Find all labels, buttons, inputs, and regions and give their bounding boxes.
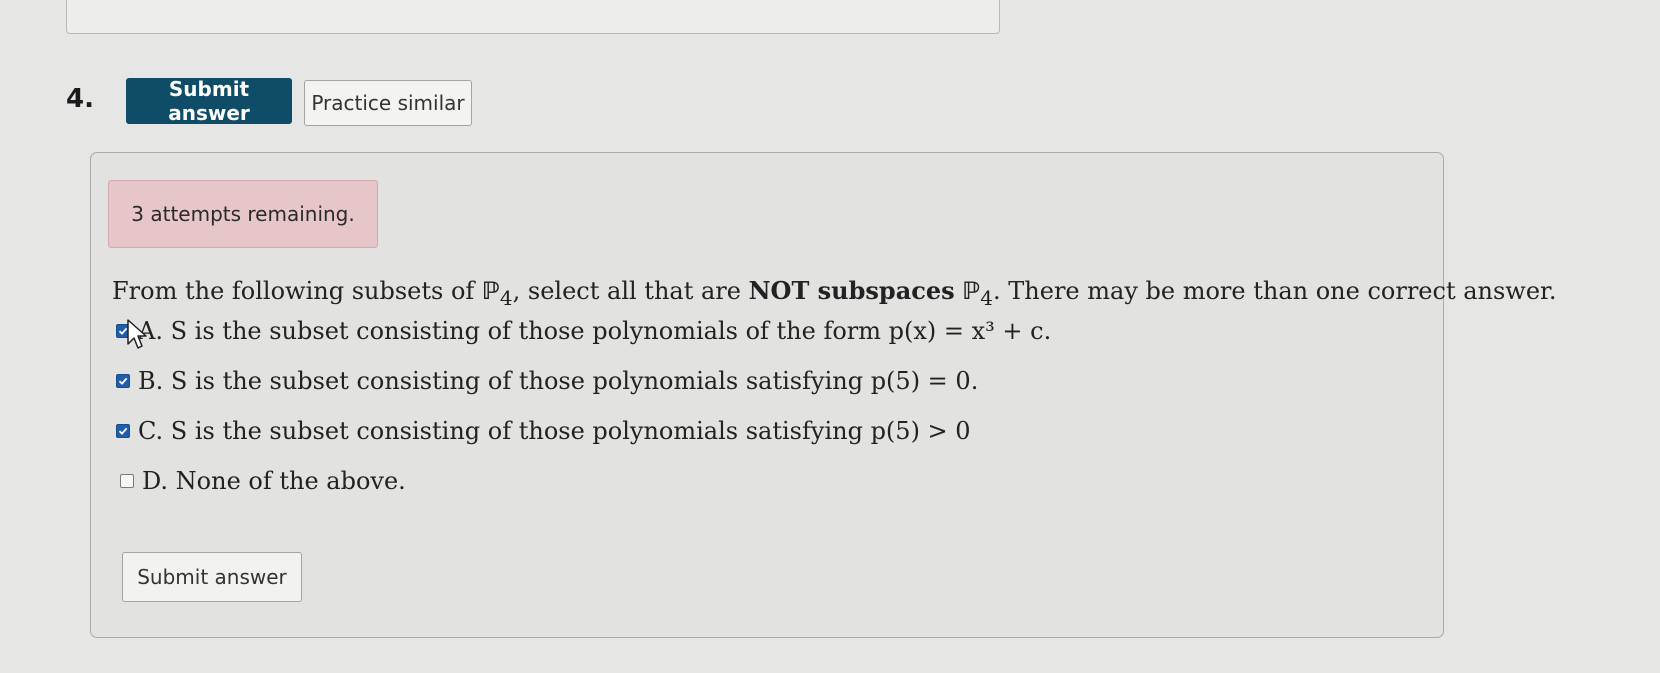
check-icon (118, 427, 128, 435)
checkbox-b[interactable] (116, 374, 130, 388)
checkbox-c[interactable] (116, 424, 130, 438)
submit-answer-button-bottom[interactable]: Submit answer (122, 552, 302, 602)
choice-c-letter: C. (138, 417, 164, 445)
prompt-text-2: , select all that are (512, 277, 749, 305)
question-number: 4. (66, 84, 94, 114)
previous-question-box (66, 0, 1000, 34)
checkbox-d[interactable] (120, 474, 134, 488)
choice-d[interactable]: D. None of the above. (120, 464, 406, 498)
space-subscript-2: 4 (980, 285, 994, 310)
question-prompt: From the following subsets of ℙ4, select… (112, 276, 1557, 310)
choice-d-text: None of the above. (175, 467, 406, 495)
space-subscript: 4 (499, 285, 513, 310)
space-symbol: ℙ (481, 277, 500, 305)
choice-b-letter: B. (138, 367, 164, 395)
practice-similar-button[interactable]: Practice similar (304, 80, 472, 126)
check-icon (118, 377, 128, 385)
submit-answer-button[interactable]: Submit answer (126, 77, 292, 125)
prompt-text-1: From the following subsets of (112, 277, 482, 305)
choice-c[interactable]: C. S is the subset consisting of those p… (116, 414, 971, 448)
choice-d-letter: D. (142, 467, 169, 495)
choice-b-text: S is the subset consisting of those poly… (170, 367, 979, 395)
prompt-emphasis: NOT subspaces (748, 276, 955, 305)
space-symbol-2: ℙ (962, 277, 981, 305)
choice-a-text: S is the subset consisting of those poly… (170, 317, 1052, 345)
attempts-remaining-alert: 3 attempts remaining. (108, 180, 378, 248)
prompt-text-4: . There may be more than one correct ans… (993, 277, 1557, 305)
choice-c-text: S is the subset consisting of those poly… (170, 417, 971, 445)
cursor-arrow-icon (127, 319, 147, 349)
choice-b[interactable]: B. S is the subset consisting of those p… (116, 364, 978, 398)
choice-a[interactable]: A. S is the subset consisting of those p… (116, 314, 1051, 348)
